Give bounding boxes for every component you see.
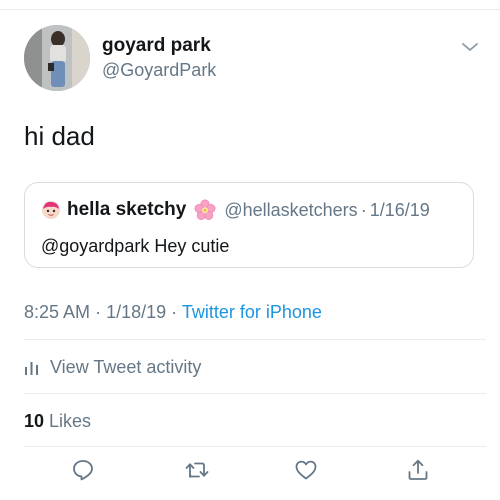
reply-icon[interactable] [69, 456, 97, 484]
meta-separator: · [95, 302, 107, 322]
tweet-source-link[interactable]: Twitter for iPhone [182, 302, 322, 322]
likes-label: Likes [49, 411, 92, 431]
author-avatar[interactable] [24, 25, 90, 91]
view-tweet-activity-label: View Tweet activity [50, 356, 202, 377]
retweet-icon[interactable] [183, 456, 211, 484]
tweet-meta: 8:25 AM · 1/18/19 · Twitter for iPhone [24, 300, 322, 324]
share-icon[interactable] [404, 456, 432, 484]
author-display-name[interactable]: goyard park [102, 34, 216, 58]
quoted-tweet-header: hella sketchy @hellasketchers · 1/16/19 [41, 199, 430, 221]
likes-count-button[interactable]: 10 Likes [24, 409, 91, 433]
quoted-tweet-text: @goyardpark Hey cutie [41, 236, 230, 256]
bar-chart-icon [24, 359, 40, 375]
meta-separator: · [171, 302, 182, 322]
tweet-text: hi dad [24, 121, 95, 151]
quoted-tweet[interactable]: hella sketchy @hellasketchers · 1/16/19 [24, 182, 474, 268]
quoted-separator: · [360, 200, 367, 220]
quoted-handle[interactable]: @hellasketchers [224, 199, 357, 221]
chevron-down-icon[interactable] [460, 37, 480, 57]
cherry-blossom-icon [194, 199, 216, 221]
quoted-date: 1/16/19 [369, 200, 430, 220]
divider [24, 393, 486, 394]
tweet-time: 8:25 AM [24, 302, 91, 322]
tweet-actions-bar [0, 456, 500, 488]
quoted-display-name[interactable]: hella sketchy [67, 199, 186, 221]
tweet-date: 1/18/19 [106, 302, 167, 322]
author-handle[interactable]: @GoyardPark [102, 58, 216, 82]
likes-count: 10 [24, 411, 45, 431]
author-names: goyard park @GoyardPark [102, 34, 216, 82]
divider [24, 446, 486, 447]
tweet-header: goyard park @GoyardPark [24, 25, 484, 91]
top-divider [0, 9, 500, 10]
avatar-photo [24, 25, 90, 91]
tweet-detail-page: goyard park @GoyardPark hi dad hella ske… [0, 0, 500, 500]
view-tweet-activity-button[interactable]: View Tweet activity [24, 354, 201, 380]
divider [24, 339, 486, 340]
quoted-author-avatar[interactable] [41, 200, 61, 220]
heart-icon[interactable] [292, 456, 320, 484]
